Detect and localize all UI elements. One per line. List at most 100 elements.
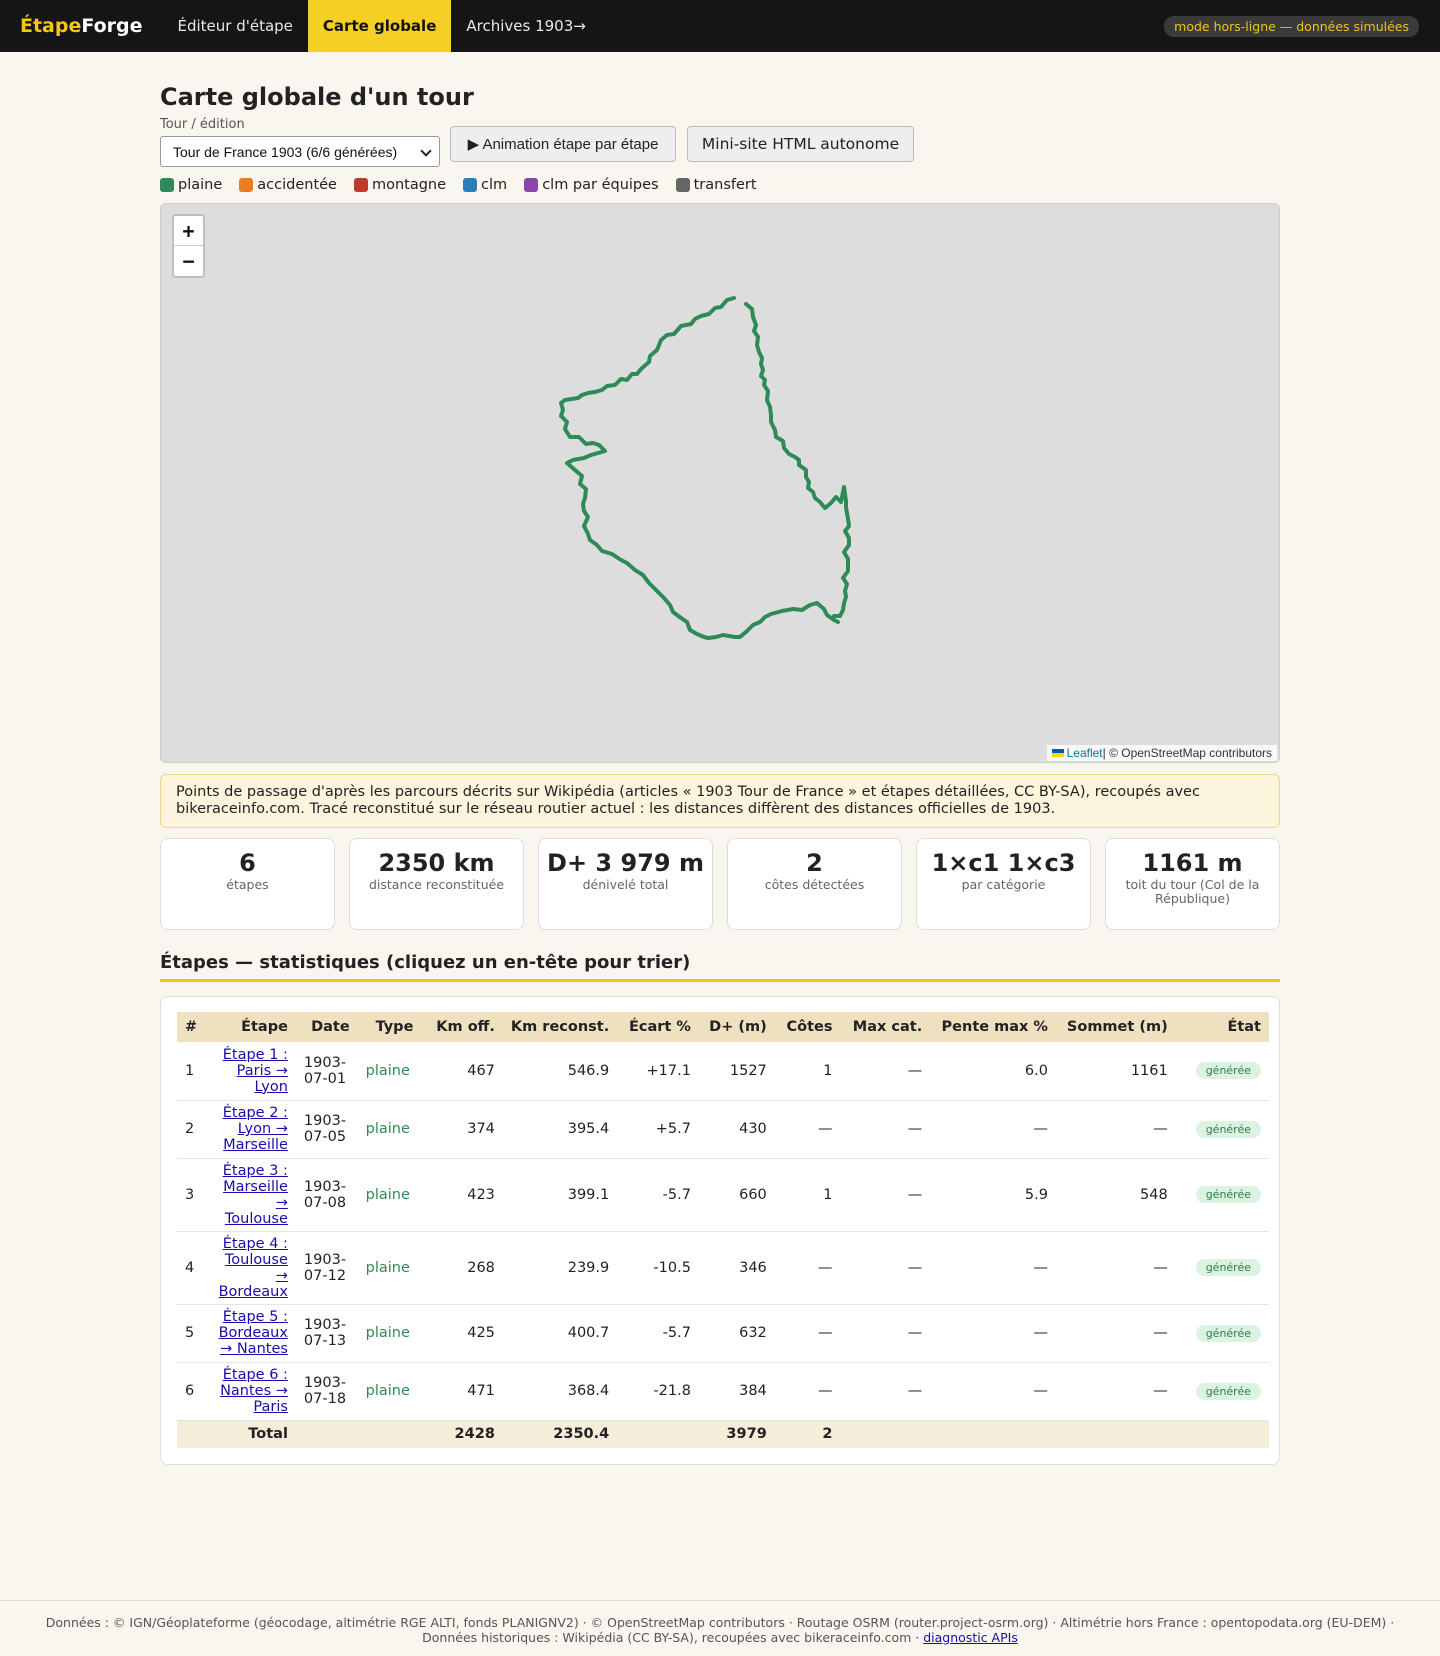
zoom-out-button[interactable]: − (174, 246, 203, 276)
th-km-off[interactable]: Km off. (421, 1012, 503, 1042)
animation-button[interactable]: ▶ Animation étape par étape (450, 126, 676, 162)
table-header-row: # Étape Date Type Km off. Km reconst. Éc… (177, 1012, 1269, 1042)
cell-num: 4 (177, 1231, 211, 1305)
minisite-button[interactable]: Mini-site HTML autonome (687, 126, 914, 162)
brand-logo[interactable]: Étape Forge (20, 0, 143, 52)
stat-value: 2350 km (378, 849, 495, 877)
total-km-off: 2428 (421, 1420, 503, 1448)
cell-cotes: — (774, 1100, 841, 1159)
total-cotes: 2 (774, 1420, 841, 1448)
tour-route-line-east[interactable] (744, 302, 851, 618)
th-pente-max[interactable]: Pente max % (930, 1012, 1056, 1042)
th-max-cat[interactable]: Max cat. (840, 1012, 931, 1042)
tour-select[interactable]: Tour de France 1903 (6/6 générées) (160, 136, 440, 167)
top-navbar: Étape Forge Éditeur d'étape Carte globale… (0, 0, 1440, 52)
route-overlay (559, 296, 851, 640)
stat-label: étapes (226, 877, 269, 892)
tour-select-value: Tour de France 1903 (6/6 générées) (173, 143, 398, 160)
brand-part1: Étape (20, 15, 82, 37)
cell-max-cat: — (840, 1042, 931, 1101)
cell-num: 1 (177, 1042, 211, 1101)
cell-pente-max: — (930, 1362, 1056, 1421)
cell-ecart: +5.7 (617, 1100, 699, 1159)
stage-link[interactable]: Étape 5 : Bordeaux → Nantes (219, 1309, 288, 1357)
diagnostic-apis-link[interactable]: diagnostic APIs (923, 1630, 1018, 1645)
cell-date: 1903-07-13 (295, 1304, 358, 1363)
th-km-reconst[interactable]: Km reconst. (502, 1012, 618, 1042)
leaflet-link[interactable]: Leaflet (1067, 746, 1103, 760)
legend-swatch (675, 178, 690, 192)
cell-etape: Étape 6 : Nantes → Paris (210, 1362, 296, 1421)
zoom-in-button[interactable]: + (174, 216, 203, 246)
cell-max-cat: — (840, 1231, 931, 1305)
status-badge: générée (1195, 1382, 1261, 1400)
cell-sommet: — (1055, 1231, 1176, 1305)
cell-km-off: 268 (421, 1231, 503, 1305)
nav-archives-1903[interactable]: Archives 1903→ (451, 0, 600, 52)
cell-type: plaine (357, 1100, 422, 1159)
cell-type: plaine (357, 1362, 422, 1421)
cell-etat: générée (1175, 1362, 1269, 1421)
cell-pente-max: — (930, 1231, 1056, 1305)
stage-link[interactable]: Étape 4 : Toulouse → Bordeaux (219, 1236, 288, 1300)
legend-label: accidentée (257, 177, 337, 193)
cell-ecart: -5.7 (617, 1158, 699, 1232)
cell-pente-max: — (930, 1304, 1056, 1363)
total-empty (840, 1420, 931, 1448)
th-dplus[interactable]: D+ (m) (698, 1012, 775, 1042)
cell-date: 1903-07-18 (295, 1362, 358, 1421)
total-empty (930, 1420, 1056, 1448)
legend-label: clm (481, 177, 508, 193)
cell-cotes: — (774, 1304, 841, 1363)
stat-value: 1×c1 1×c3 (931, 849, 1076, 877)
stage-link[interactable]: Étape 3 : Marseille → Toulouse (223, 1163, 288, 1227)
stat-label: distance reconstituée (368, 877, 505, 892)
legend-item-clm-equipes: clm par équipes (524, 177, 659, 193)
total-label: Total (210, 1420, 296, 1448)
cell-num: 5 (177, 1304, 211, 1363)
th-etape[interactable]: Étape (210, 1012, 296, 1042)
cell-cotes: — (774, 1231, 841, 1305)
th-num[interactable]: # (177, 1012, 211, 1042)
legend-item-accidentee: accidentée (239, 177, 337, 193)
legend-swatch (524, 178, 539, 192)
cell-sommet: — (1055, 1100, 1176, 1159)
stages-table-body: 1 Étape 1 : Paris → Lyon 1903-07-01 plaine 4… (177, 1042, 1269, 1448)
total-km-reconst: 2350.4 (502, 1420, 618, 1448)
cell-etape: Étape 2 : Lyon → Marseille (210, 1100, 296, 1159)
cell-pente-max: 5.9 (930, 1158, 1056, 1232)
cell-dplus: 346 (698, 1231, 775, 1305)
legend-swatch (239, 178, 254, 192)
th-type[interactable]: Type (357, 1012, 422, 1042)
stage-link[interactable]: Étape 6 : Nantes → Paris (220, 1367, 288, 1415)
cell-km-reconst: 546.9 (502, 1042, 618, 1101)
cell-km-reconst: 368.4 (502, 1362, 618, 1421)
stat-label: par catégorie (961, 877, 1046, 892)
cell-cotes: 1 (774, 1158, 841, 1232)
th-ecart[interactable]: Écart % (617, 1012, 699, 1042)
footer-text: Données : © IGN/Géoplateforme (géocodage… (45, 1615, 1395, 1645)
table-row: 3 Étape 3 : Marseille → Toulouse 1903-07-0… (177, 1158, 1269, 1232)
cell-dplus: 1527 (698, 1042, 775, 1101)
th-etat[interactable]: État (1175, 1012, 1269, 1042)
stage-link[interactable]: Étape 2 : Lyon → Marseille (223, 1105, 288, 1153)
nav-editeur-etape[interactable]: Éditeur d'étape (163, 0, 308, 52)
table-row: 2 Étape 2 : Lyon → Marseille 1903-07-05 pla… (177, 1100, 1269, 1159)
nav-carte-globale[interactable]: Carte globale (307, 0, 452, 52)
th-date[interactable]: Date (295, 1012, 358, 1042)
stage-link[interactable]: Étape 1 : Paris → Lyon (223, 1047, 288, 1095)
tour-map[interactable]: + − Leaflet | © OpenStreetMap contributo… (160, 203, 1280, 763)
cell-ecart: +17.1 (617, 1042, 699, 1101)
th-cotes[interactable]: Côtes (774, 1012, 841, 1042)
cell-date: 1903-07-05 (295, 1100, 358, 1159)
cell-sommet: — (1055, 1362, 1176, 1421)
th-sommet[interactable]: Sommet (m) (1055, 1012, 1176, 1042)
table-row: 6 Étape 6 : Nantes → Paris 1903-07-18 plain… (177, 1362, 1269, 1421)
cell-dplus: 632 (698, 1304, 775, 1363)
stat-label: côtes détectées (764, 877, 865, 892)
tour-route-line[interactable] (559, 296, 840, 640)
cell-km-reconst: 395.4 (502, 1100, 618, 1159)
cell-max-cat: — (840, 1362, 931, 1421)
zoom-control: + − (172, 214, 205, 278)
legend-swatch (463, 178, 478, 192)
